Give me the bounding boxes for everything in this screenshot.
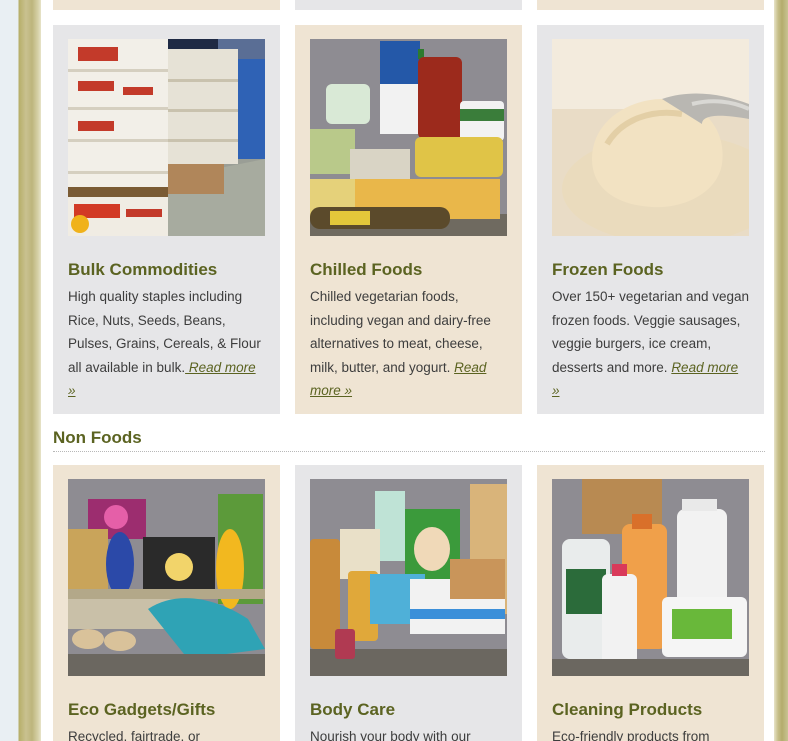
body-care-products-image[interactable] — [310, 479, 507, 676]
category-card-body-care: Body Care Nourish your body with our — [295, 465, 522, 741]
card-title[interactable]: Bulk Commodities — [68, 260, 265, 280]
card-title[interactable]: Chilled Foods — [310, 260, 507, 280]
right-border-texture — [774, 0, 788, 741]
card-description: Nourish your body with our — [310, 729, 471, 741]
category-card-eco-gadgets: Eco Gadgets/Gifts Recycled, fairtrade, o… — [53, 465, 280, 741]
eco-gadgets-image[interactable] — [68, 479, 265, 676]
card-title[interactable]: Frozen Foods — [552, 260, 749, 280]
page: Bulk Commodities High quality staples in… — [0, 0, 788, 741]
previous-card-edge — [537, 0, 764, 10]
chilled-products-image[interactable] — [310, 39, 507, 236]
card-title[interactable]: Cleaning Products — [552, 700, 749, 720]
category-card-frozen-foods: Frozen Foods Over 150+ vegetarian and ve… — [537, 25, 764, 414]
previous-card-edge — [53, 0, 280, 10]
category-card-cleaning-products: Cleaning Products Eco-friendly products … — [537, 465, 764, 741]
card-description: Recycled, fairtrade, or — [68, 729, 201, 741]
card-title[interactable]: Body Care — [310, 700, 507, 720]
ice-cream-scoop-image[interactable] — [552, 39, 749, 236]
card-description: High quality staples including Rice, Nut… — [68, 285, 265, 403]
content-area: Bulk Commodities High quality staples in… — [41, 0, 774, 741]
card-description: Over 150+ vegetarian and vegan frozen fo… — [552, 285, 749, 403]
category-card-bulk-commodities: Bulk Commodities High quality staples in… — [53, 25, 280, 414]
section-title-non-foods: Non Foods — [53, 428, 142, 447]
cleaning-products-image[interactable] — [552, 479, 749, 676]
previous-card-edge — [295, 0, 522, 10]
warehouse-pallets-image[interactable] — [68, 39, 265, 236]
card-description: Eco-friendly products from — [552, 729, 710, 741]
section-divider — [53, 451, 765, 452]
card-description: Chilled vegetarian foods, including vega… — [310, 285, 507, 403]
category-card-chilled-foods: Chilled Foods Chilled vegetarian foods, … — [295, 25, 522, 414]
card-title[interactable]: Eco Gadgets/Gifts — [68, 700, 265, 720]
left-border-texture — [0, 0, 41, 741]
